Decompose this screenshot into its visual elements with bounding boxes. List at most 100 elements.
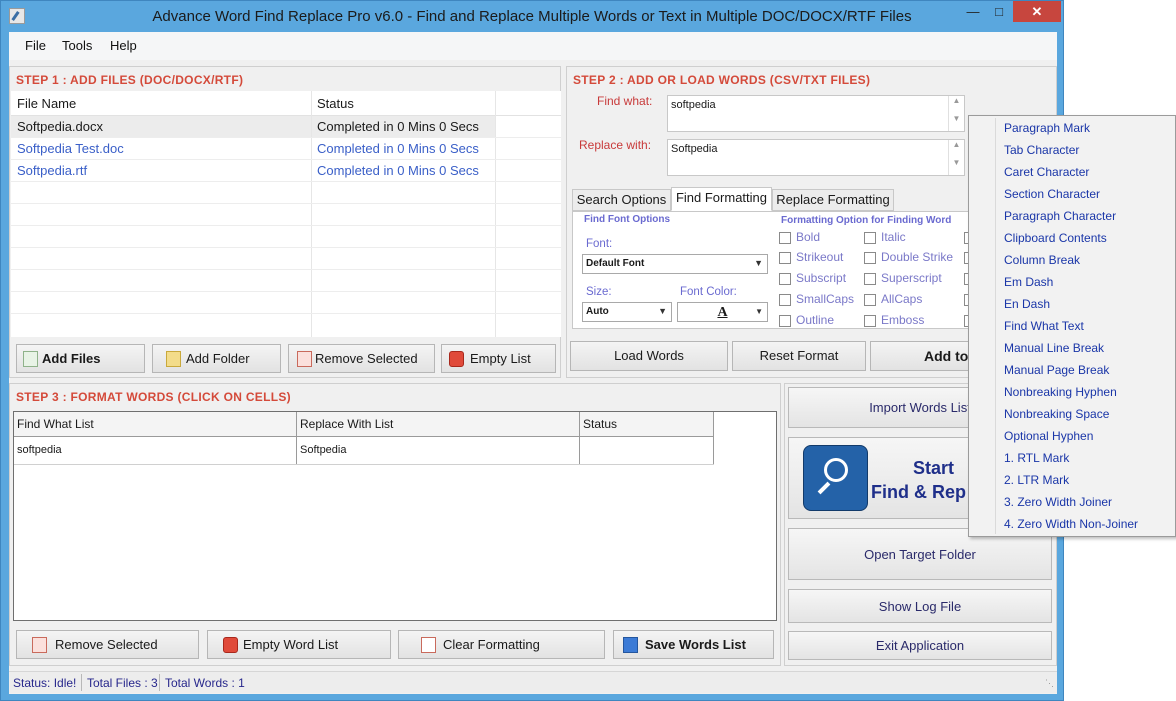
remove-selected-files-button[interactable]: Remove Selected [288, 344, 435, 373]
files-grid[interactable]: File Name Status Softpedia.docx Complete… [11, 91, 561, 337]
add-folder-button[interactable]: Add Folder [152, 344, 281, 373]
words-grid[interactable]: Find What List Replace With List Status … [13, 411, 777, 621]
superscript-checkbox[interactable] [864, 273, 876, 285]
menu-item-section-character[interactable]: Section Character [1004, 187, 1100, 201]
col-find-what-list[interactable]: Find What List [17, 417, 94, 431]
clear-formatting-button[interactable]: Clear Formatting [398, 630, 605, 659]
status-bar: Status: Idle! Total Files : 3 Total Word… [9, 671, 1057, 693]
empty-list-button[interactable]: Empty List [441, 344, 556, 373]
special-characters-menu: Paragraph Mark Tab Character Caret Chara… [968, 115, 1176, 537]
file-row-3-name[interactable]: Softpedia.rtf [17, 163, 87, 178]
menu-item-rtl-mark[interactable]: 1. RTL Mark [1004, 451, 1069, 465]
total-files-text: Total Files : 3 [87, 676, 158, 690]
menu-item-en-dash[interactable]: En Dash [1004, 297, 1050, 311]
chevron-down-icon: ▼ [755, 307, 763, 316]
menu-item-manual-line-break[interactable]: Manual Line Break [1004, 341, 1104, 355]
menu-item-tab-character[interactable]: Tab Character [1004, 143, 1079, 157]
allcaps-checkbox[interactable] [864, 294, 876, 306]
word-row-find[interactable]: softpedia [17, 444, 62, 456]
word-row-replace[interactable]: Softpedia [300, 444, 346, 456]
close-button[interactable]: ✕ [1013, 1, 1061, 22]
save-icon [623, 636, 638, 653]
menu-item-zero-width-non-joiner[interactable]: 4. Zero Width Non-Joiner [1004, 517, 1138, 531]
col-replace-with-list[interactable]: Replace With List [300, 417, 393, 431]
menu-bar: File Tools Help [9, 32, 1057, 60]
outline-checkbox[interactable] [779, 315, 791, 327]
strikeout-label: Strikeout [796, 250, 844, 264]
menu-item-nonbreaking-space[interactable]: Nonbreaking Space [1004, 407, 1109, 421]
step3-title: STEP 3 : FORMAT WORDS (CLICK ON CELLS) [16, 390, 291, 404]
double-strike-label: Double Strike [881, 250, 954, 264]
exit-application-button[interactable]: Exit Application [788, 631, 1052, 660]
magnifier-icon [803, 445, 868, 511]
file-row-1-status: Completed in 0 Mins 0 Secs [317, 119, 479, 134]
bold-checkbox[interactable] [779, 232, 791, 244]
col-status[interactable]: Status [317, 96, 354, 111]
replace-scrollbar[interactable]: ▲ ▼ [948, 140, 964, 175]
tab-replace-formatting[interactable]: Replace Formatting [772, 189, 894, 211]
replace-with-input[interactable]: Softpedia ▲ ▼ [667, 139, 965, 176]
double-strike-checkbox[interactable] [864, 252, 876, 264]
empty-word-list-button[interactable]: Empty Word List [207, 630, 391, 659]
step2-title: STEP 2 : ADD OR LOAD WORDS (CSV/TXT FILE… [573, 73, 871, 87]
step1-title: STEP 1 : ADD FILES (DOC/DOCX/RTF) [16, 73, 244, 87]
menu-item-manual-page-break[interactable]: Manual Page Break [1004, 363, 1109, 377]
chevron-down-icon: ▼ [658, 306, 667, 316]
menu-file[interactable]: File [25, 38, 46, 53]
italic-checkbox[interactable] [864, 232, 876, 244]
file-row-2-name[interactable]: Softpedia Test.doc [17, 141, 124, 156]
tab-search-options[interactable]: Search Options [572, 189, 671, 211]
maximize-button[interactable]: □ [987, 1, 1011, 22]
file-row-1-name[interactable]: Softpedia.docx [17, 119, 103, 134]
menu-item-ltr-mark[interactable]: 2. LTR Mark [1004, 473, 1069, 487]
add-files-button[interactable]: Add Files [16, 344, 145, 373]
save-words-list-button[interactable]: Save Words List [613, 630, 774, 659]
chevron-down-icon: ▼ [754, 258, 763, 268]
find-formatting-panel: Find Font Options Font: Default Font ▼ Si… [572, 211, 976, 329]
menu-item-paragraph-character[interactable]: Paragraph Character [1004, 209, 1116, 223]
menu-item-column-break[interactable]: Column Break [1004, 253, 1080, 267]
remove-selected-words-button[interactable]: Remove Selected [16, 630, 199, 659]
find-what-input[interactable]: softpedia ▲ ▼ [667, 95, 965, 132]
subscript-checkbox[interactable] [779, 273, 791, 285]
file-row-2-status: Completed in 0 Mins 0 Secs [317, 141, 479, 156]
load-words-button[interactable]: Load Words [570, 341, 728, 371]
find-what-label: Find what: [597, 94, 653, 108]
client-area: File Tools Help STEP 1 : ADD FILES (DOC/… [9, 32, 1057, 694]
trash-icon [223, 636, 238, 653]
resize-grip-icon[interactable]: ⋱ [1045, 678, 1054, 689]
menu-item-optional-hyphen[interactable]: Optional Hyphen [1004, 429, 1093, 443]
title-bar: Advance Word Find Replace Pro v6.0 - Fin… [1, 1, 1063, 32]
menu-item-caret-character[interactable]: Caret Character [1004, 165, 1089, 179]
minimize-button[interactable]: — [961, 1, 985, 22]
smallcaps-checkbox[interactable] [779, 294, 791, 306]
font-color-picker[interactable]: A ▼ [677, 302, 768, 322]
menu-item-zero-width-joiner[interactable]: 3. Zero Width Joiner [1004, 495, 1112, 509]
smallcaps-label: SmallCaps [796, 292, 855, 306]
total-words-text: Total Words : 1 [165, 676, 245, 690]
col-word-status[interactable]: Status [583, 417, 617, 431]
window-title: Advance Word Find Replace Pro v6.0 - Fin… [152, 8, 912, 25]
menu-tools[interactable]: Tools [62, 38, 92, 53]
menu-item-em-dash[interactable]: Em Dash [1004, 275, 1053, 289]
menu-help[interactable]: Help [110, 38, 137, 53]
step3-panel: STEP 3 : FORMAT WORDS (CLICK ON CELLS) F… [9, 383, 781, 666]
formatting-options-title: Formatting Option for Finding Word [781, 215, 952, 226]
menu-item-find-what-text[interactable]: Find What Text [1004, 319, 1084, 333]
menu-item-nonbreaking-hyphen[interactable]: Nonbreaking Hyphen [1004, 385, 1117, 399]
clear-format-icon [421, 636, 436, 653]
tab-find-formatting[interactable]: Find Formatting [671, 187, 772, 211]
reset-format-button[interactable]: Reset Format [732, 341, 866, 371]
strikeout-checkbox[interactable] [779, 252, 791, 264]
menu-item-paragraph-mark[interactable]: Paragraph Mark [1004, 121, 1090, 135]
menu-item-clipboard-contents[interactable]: Clipboard Contents [1004, 231, 1107, 245]
size-label: Size: [586, 286, 612, 298]
emboss-checkbox[interactable] [864, 315, 876, 327]
outline-label: Outline [796, 313, 835, 327]
font-select[interactable]: Default Font ▼ [582, 254, 768, 274]
add-file-icon [23, 350, 38, 367]
size-select[interactable]: Auto ▼ [582, 302, 672, 322]
show-log-file-button[interactable]: Show Log File [788, 589, 1052, 623]
find-scrollbar[interactable]: ▲ ▼ [948, 96, 964, 131]
col-file-name[interactable]: File Name [17, 96, 76, 111]
